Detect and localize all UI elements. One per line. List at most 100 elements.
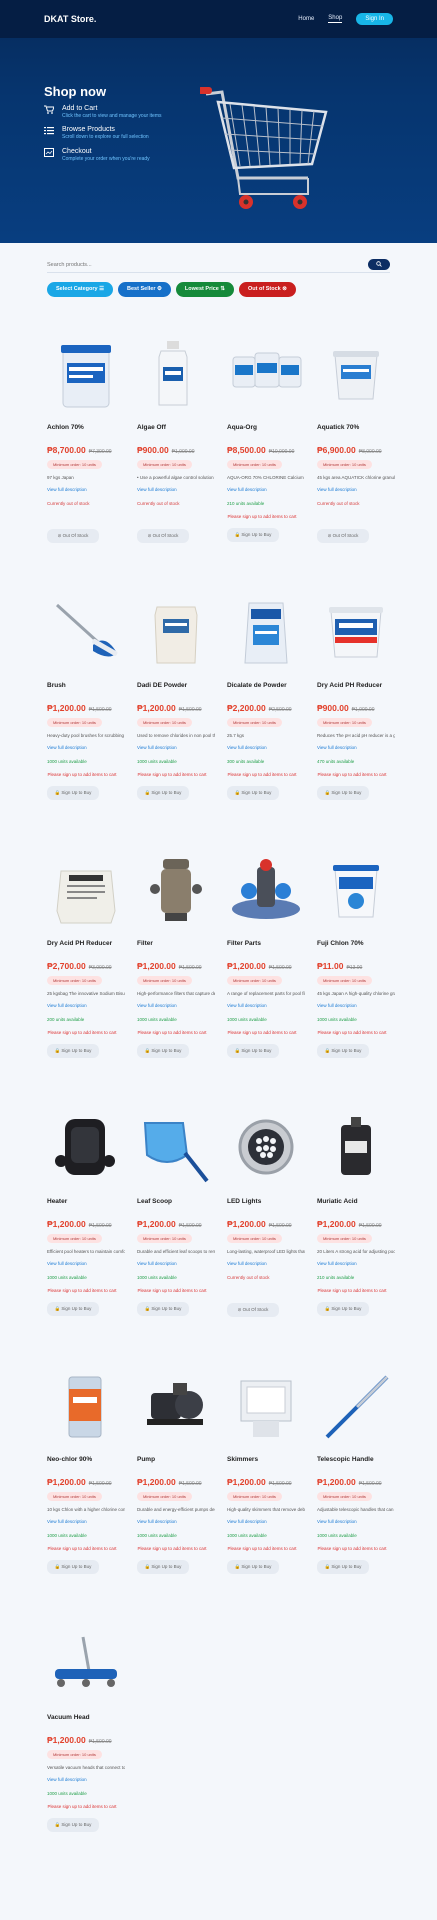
view-description-link[interactable]: View full description bbox=[317, 1261, 395, 1266]
sign-up-to-buy-button[interactable]: 🔒 Sign Up to Buy bbox=[317, 786, 369, 800]
product-price: ₱900.00 bbox=[317, 703, 349, 713]
view-description-link[interactable]: View full description bbox=[47, 1519, 125, 1524]
sign-up-to-buy-button[interactable]: 🔒 Sign Up to Buy bbox=[47, 1560, 99, 1574]
search-input[interactable] bbox=[47, 261, 368, 268]
product-image[interactable] bbox=[317, 335, 395, 415]
sign-up-to-buy-button[interactable]: 🔒 Sign Up to Buy bbox=[227, 786, 279, 800]
view-description-link[interactable]: View full description bbox=[317, 487, 395, 492]
product-card: Dadi DE Powder ₱1,200.00 ₱1,500.00 Minimum … bbox=[137, 593, 215, 800]
sign-up-to-buy-button[interactable]: 🔒 Sign Up to Buy bbox=[317, 1044, 369, 1058]
sign-up-to-buy-button[interactable]: 🔒 Sign Up to Buy bbox=[47, 786, 99, 800]
out-of-stock-button[interactable]: ⊘ Out Of Stock bbox=[47, 529, 99, 543]
view-description-link[interactable]: View full description bbox=[137, 745, 215, 750]
product-image[interactable] bbox=[47, 1625, 125, 1705]
out-of-stock-button[interactable]: ⊘ Out Of Stock bbox=[227, 1303, 279, 1317]
product-image[interactable] bbox=[47, 851, 125, 931]
sign-up-to-buy-button[interactable]: 🔒 Sign Up to Buy bbox=[137, 1044, 189, 1058]
product-image[interactable] bbox=[317, 593, 395, 673]
view-description-link[interactable]: View full description bbox=[317, 1003, 395, 1008]
view-description-link[interactable]: View full description bbox=[227, 1519, 305, 1524]
product-image[interactable] bbox=[137, 851, 215, 931]
sign-up-to-buy-button[interactable]: 🔒 Sign Up to Buy bbox=[227, 528, 279, 542]
stock-status: Currently out of stock bbox=[227, 1275, 270, 1280]
sign-up-to-buy-button[interactable]: 🔒 Sign Up to Buy bbox=[317, 1560, 369, 1574]
product-image[interactable] bbox=[227, 593, 305, 673]
product-image[interactable] bbox=[137, 335, 215, 415]
original-price: ₱1,500.00 bbox=[358, 1481, 382, 1487]
min-order-badge: Minimum order: 10 units bbox=[317, 460, 372, 469]
product-price: ₱11.00 bbox=[317, 961, 344, 971]
sign-up-to-buy-button[interactable]: 🔒 Sign Up to Buy bbox=[47, 1302, 99, 1316]
price-row: ₱1,200.00 ₱1,500.00 bbox=[227, 961, 305, 971]
sign-up-to-buy-button[interactable]: 🔒 Sign Up to Buy bbox=[47, 1044, 99, 1058]
sign-up-to-buy-button[interactable]: 🔒 Sign Up to Buy bbox=[227, 1560, 279, 1574]
product-image[interactable] bbox=[47, 335, 125, 415]
product-image[interactable] bbox=[47, 1109, 125, 1189]
nav-shop-link[interactable]: Shop bbox=[328, 15, 343, 23]
product-image[interactable] bbox=[317, 851, 395, 931]
stock-status: 1000 units available bbox=[47, 759, 87, 764]
product-image[interactable] bbox=[227, 851, 305, 931]
nav-home-link[interactable]: Home bbox=[298, 16, 314, 22]
sign-up-to-buy-button[interactable]: 🔒 Sign Up to Buy bbox=[227, 1044, 279, 1058]
feature-subtitle: Complete your order when you're ready bbox=[62, 156, 150, 162]
product-card: Dry Acid PH Reducer ₱900.00 ₱1,000.00 Minim… bbox=[317, 593, 395, 800]
product-image[interactable] bbox=[317, 1367, 395, 1447]
view-description-link[interactable]: View full description bbox=[227, 1261, 305, 1266]
view-description-link[interactable]: View full description bbox=[317, 1519, 395, 1524]
product-image[interactable] bbox=[47, 1367, 125, 1447]
view-description-link[interactable]: View full description bbox=[137, 1261, 215, 1266]
view-description-link[interactable]: View full description bbox=[47, 745, 125, 750]
view-description-link[interactable]: View full description bbox=[47, 487, 125, 492]
view-description-link[interactable]: View full description bbox=[47, 1003, 125, 1008]
stock-status: Currently out of stock bbox=[317, 501, 360, 506]
min-order-badge: Minimum order: 10 units bbox=[47, 1492, 102, 1501]
product-image[interactable] bbox=[137, 593, 215, 673]
product-image[interactable] bbox=[47, 593, 125, 673]
product-card: LED Lights ₱1,200.00 ₱1,500.00 Minimum orde… bbox=[227, 1109, 305, 1317]
product-image[interactable] bbox=[137, 1109, 215, 1189]
view-description-link[interactable]: View full description bbox=[227, 1003, 305, 1008]
product-description: Versatile vacuum heads that connect to y… bbox=[47, 1765, 125, 1770]
lowest-price-button[interactable]: Lowest Price ⇅ bbox=[175, 282, 234, 297]
stock-status: 1000 units available bbox=[227, 1017, 267, 1022]
view-description-link[interactable]: View full description bbox=[227, 487, 305, 492]
sign-up-to-buy-button[interactable]: 🔒 Sign Up to Buy bbox=[137, 786, 189, 800]
price-row: ₱900.00 ₱1,000.00 bbox=[317, 703, 395, 713]
price-row: ₱2,700.00 ₱3,000.00 bbox=[47, 961, 125, 971]
sign-up-to-buy-button[interactable]: 🔒 Sign Up to Buy bbox=[317, 1302, 369, 1316]
product-image[interactable] bbox=[227, 335, 305, 415]
view-description-link[interactable]: View full description bbox=[227, 745, 305, 750]
sign-up-to-buy-button[interactable]: 🔒 Sign Up to Buy bbox=[137, 1560, 189, 1574]
search-button[interactable] bbox=[368, 259, 390, 270]
product-image[interactable] bbox=[317, 1109, 395, 1189]
sign-up-notice: Please sign up to add items to cart bbox=[227, 1546, 297, 1551]
product-image[interactable] bbox=[137, 1367, 215, 1447]
product-card: Brush ₱1,200.00 ₱1,500.00 Minimum order: 10… bbox=[47, 593, 125, 800]
best-seller-button[interactable]: Best Seller ⚙ bbox=[118, 282, 171, 297]
product-image[interactable] bbox=[227, 1367, 305, 1447]
min-order-badge: Minimum order: 10 units bbox=[137, 1234, 192, 1243]
select-category-button[interactable]: Select Category ☰ bbox=[47, 282, 114, 297]
feature-subtitle: Click the cart to view and manage your i… bbox=[62, 113, 162, 119]
view-description-link[interactable]: View full description bbox=[317, 745, 395, 750]
product-price: ₱1,200.00 bbox=[317, 1477, 356, 1487]
stock-status: 300 units available bbox=[227, 759, 265, 764]
sign-up-to-buy-button[interactable]: 🔒 Sign Up to Buy bbox=[47, 1818, 99, 1832]
out-of-stock-button[interactable]: ⊘ Out Of Stock bbox=[317, 529, 369, 543]
view-description-link[interactable]: View full description bbox=[47, 1261, 125, 1266]
product-name: Algae Off bbox=[137, 424, 166, 431]
sign-in-button[interactable]: Sign In bbox=[356, 13, 393, 25]
search-icon bbox=[376, 261, 382, 267]
view-description-link[interactable]: View full description bbox=[47, 1777, 125, 1782]
product-card: Neo-chlor 90% ₱1,200.00 ₱1,500.00 Minimum o… bbox=[47, 1367, 125, 1574]
out-of-stock-button[interactable]: ⊘ Out Of Stock bbox=[137, 529, 189, 543]
view-description-link[interactable]: View full description bbox=[137, 487, 215, 492]
view-description-link[interactable]: View full description bbox=[137, 1519, 215, 1524]
view-description-link[interactable]: View full description bbox=[137, 1003, 215, 1008]
sign-up-to-buy-button[interactable]: 🔒 Sign Up to Buy bbox=[137, 1302, 189, 1316]
out-of-stock-button[interactable]: Out of Stock ⊗ bbox=[239, 282, 296, 297]
brand-logo[interactable]: DKAT Store. bbox=[44, 14, 96, 24]
product-card: Aquatick 70% ₱6,900.00 ₱8,000.00 Minimum or… bbox=[317, 335, 395, 543]
product-image[interactable] bbox=[227, 1109, 305, 1189]
